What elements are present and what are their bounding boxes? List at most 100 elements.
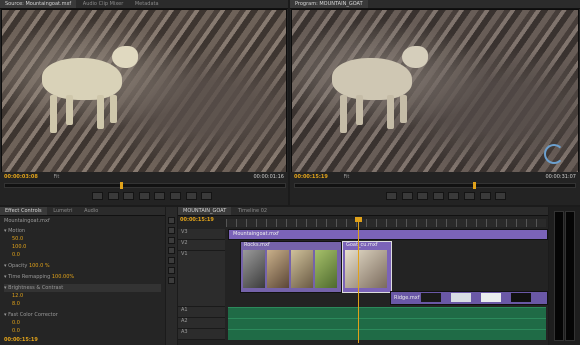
mark-in-button[interactable]	[92, 192, 103, 200]
goat-leg	[97, 95, 104, 129]
effect-param-row[interactable]: 0.0	[12, 327, 161, 335]
audio-clip[interactable]	[228, 329, 546, 340]
program-timecode-out-wrap: 00:00:31:07	[545, 174, 576, 180]
effect-param-value[interactable]: 0.0	[12, 328, 20, 334]
tab-audio-clip-mixer[interactable]: Audio Clip Mixer	[78, 0, 128, 8]
goat-head	[112, 46, 138, 68]
track-header-v2[interactable]: V2	[178, 240, 225, 251]
selection-tool-icon[interactable]	[168, 217, 175, 224]
effect-param-value[interactable]: 12.0	[12, 293, 23, 299]
timeline-clip[interactable]: Rocks.mxf	[240, 241, 342, 293]
effect-section-label: Time Remapping	[8, 274, 51, 280]
effect-section-header[interactable]: ▾ Motion	[4, 227, 161, 235]
step-back-button[interactable]	[417, 192, 429, 200]
play-button[interactable]	[138, 192, 150, 200]
export-frame-button[interactable]	[201, 192, 213, 200]
effect-param-row[interactable]: 0.0	[12, 319, 161, 327]
overwrite-button[interactable]	[185, 192, 197, 200]
source-monitor: Source: Mountaingoat.mxf Audio Clip Mixe…	[0, 0, 288, 205]
timeline-playhead[interactable]	[358, 219, 359, 343]
effect-section-header[interactable]: ▾ Time Remapping 100.00%	[4, 273, 161, 281]
effect-param-value[interactable]: 100.0	[12, 244, 26, 250]
step-back-button[interactable]	[123, 192, 135, 200]
clip-label: Rocks.mxf	[244, 242, 270, 248]
program-video-frame[interactable]	[291, 9, 579, 173]
source-timecode-in[interactable]: 00:00:03:08	[4, 174, 38, 180]
timeline-clip[interactable]: Mountaingoat.mxf	[228, 229, 548, 240]
effect-param-row[interactable]: 50.0	[12, 235, 161, 243]
effect-param-value[interactable]: 0.0	[12, 320, 20, 326]
effect-param-row[interactable]: 8.0	[12, 300, 161, 308]
track-header-v1[interactable]: V1	[178, 251, 225, 307]
mark-out-button[interactable]	[107, 192, 119, 200]
extract-button[interactable]	[479, 192, 491, 200]
source-scrub-bar[interactable]	[4, 182, 286, 189]
audio-clip[interactable]	[228, 307, 546, 318]
source-monitor-tabs: Source: Mountaingoat.mxf Audio Clip Mixe…	[0, 0, 288, 9]
source-timecode-out: 00:00:01:16	[253, 174, 284, 180]
timeline-playhead-handle[interactable]	[355, 217, 362, 222]
effect-param-value[interactable]: 50.0	[12, 236, 23, 242]
effect-section-header[interactable]: ▾ Fast Color Corrector	[4, 311, 161, 319]
tab-timeline-2[interactable]: Timeline 02	[233, 207, 272, 215]
time-ruler[interactable]	[226, 219, 546, 227]
timeline-clip[interactable]: Goat_cu.mxf	[342, 241, 392, 293]
lift-button[interactable]	[463, 192, 475, 200]
track-header-v3[interactable]: V3	[178, 229, 225, 240]
effect-section-header[interactable]: ▾ Brightness & Contrast	[4, 284, 161, 292]
source-fit-select[interactable]: Fit	[53, 174, 59, 180]
tab-audio[interactable]: Audio	[79, 207, 103, 215]
play-button[interactable]	[432, 192, 444, 200]
program-timecode-in[interactable]: 00:00:15:19	[294, 174, 328, 180]
effect-section-header[interactable]: ▾ Opacity 100.0 %	[4, 262, 161, 270]
ripple-edit-tool-icon[interactable]	[168, 237, 175, 244]
tab-lumetri[interactable]: Lumetri	[48, 207, 77, 215]
program-fit-select[interactable]: Fit	[343, 174, 349, 180]
track-header-a3[interactable]: A3	[178, 329, 225, 340]
timeline-clip[interactable]: Ridge.mxf	[390, 291, 548, 305]
clip-thumbnail	[421, 293, 441, 302]
program-scrub-bar[interactable]	[294, 182, 576, 189]
clip-thumbnail	[511, 293, 531, 302]
track-header-a1[interactable]: A1	[178, 307, 225, 318]
tab-timeline-1[interactable]: MOUNTAIN_GOAT	[178, 207, 232, 215]
audio-clip[interactable]	[228, 318, 546, 329]
tab-effect-controls[interactable]: Effect Controls	[0, 207, 47, 215]
step-forward-button[interactable]	[448, 192, 460, 200]
razor-tool-icon[interactable]	[168, 247, 175, 254]
effect-param-value[interactable]: 100.00%	[52, 274, 74, 280]
effect-param-row[interactable]: 12.0	[12, 292, 161, 300]
effect-param-value[interactable]: 100.0 %	[29, 263, 50, 269]
tab-source[interactable]: Source: Mountaingoat.mxf	[0, 0, 77, 8]
effect-section-label: Fast Color Corrector	[8, 312, 58, 318]
timeline-timecode[interactable]: 00:00:15:19	[180, 217, 214, 223]
insert-button[interactable]	[169, 192, 181, 200]
track-label: V3	[181, 229, 188, 235]
effect-param-value[interactable]: 8.0	[12, 301, 20, 307]
effect-timecode[interactable]: 00:00:15:19	[4, 337, 38, 343]
tab-metadata[interactable]: Metadata	[130, 0, 164, 8]
track-header-a2[interactable]: A2	[178, 318, 225, 329]
effect-timecode-row: 00:00:15:19	[4, 336, 161, 344]
goat-leg	[50, 95, 57, 133]
track-select-tool-icon[interactable]	[168, 227, 175, 234]
effect-param-row[interactable]: 0.0	[12, 251, 161, 259]
goat-leg	[110, 95, 117, 123]
slip-tool-icon[interactable]	[168, 257, 175, 264]
mark-in-button[interactable]	[386, 192, 397, 200]
goat-leg	[66, 95, 73, 125]
track-label: V2	[181, 240, 188, 246]
source-video-frame[interactable]	[1, 9, 287, 173]
refresh-icon[interactable]	[544, 144, 564, 164]
step-forward-button[interactable]	[154, 192, 166, 200]
tab-program[interactable]: Program: MOUNTAIN_GOAT	[290, 0, 368, 8]
program-playhead[interactable]	[473, 182, 476, 189]
mark-out-button[interactable]	[401, 192, 413, 200]
hand-tool-icon[interactable]	[168, 277, 175, 284]
source-playhead[interactable]	[120, 182, 123, 189]
export-frame-button[interactable]	[495, 192, 507, 200]
effect-controls-panel: Effect Controls Lumetri Audio Mountaingo…	[0, 207, 165, 345]
effect-param-value[interactable]: 0.0	[12, 252, 20, 258]
pen-tool-icon[interactable]	[168, 267, 175, 274]
effect-param-row[interactable]: 100.0	[12, 243, 161, 251]
